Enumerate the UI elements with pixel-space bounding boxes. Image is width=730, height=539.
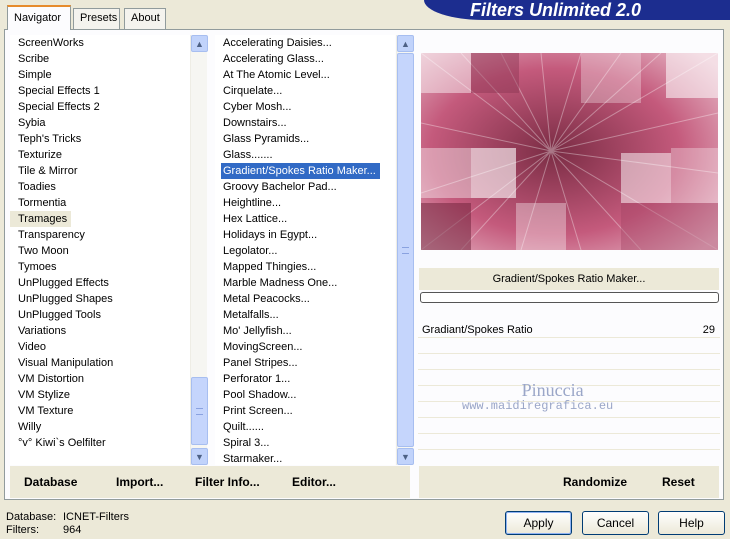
category-scrollbar[interactable]: ▲ ▼ xyxy=(190,35,208,465)
list-item[interactable]: Tormentia xyxy=(10,195,190,211)
list-item[interactable]: Print Screen... xyxy=(215,403,395,419)
apply-button[interactable]: Apply xyxy=(505,511,572,535)
list-item[interactable]: At The Atomic Level... xyxy=(215,67,395,83)
list-item[interactable]: Glass Pyramids... xyxy=(215,131,395,147)
watermark: Pinuccia www.maidiregrafica.eu xyxy=(462,380,613,413)
list-item[interactable]: MovingScreen... xyxy=(215,339,395,355)
list-item[interactable]: Scribe xyxy=(10,51,190,67)
list-item[interactable]: ScreenWorks xyxy=(10,35,190,51)
list-item[interactable]: Willy xyxy=(10,419,190,435)
list-item[interactable]: UnPlugged Effects xyxy=(10,275,190,291)
list-item[interactable]: Texturize xyxy=(10,147,190,163)
help-button[interactable]: Help xyxy=(658,511,725,535)
parameter-row xyxy=(418,338,720,354)
parameter-name: Gradiant/Spokes Ratio xyxy=(422,324,533,336)
list-item[interactable]: VM Texture xyxy=(10,403,190,419)
scroll-down-icon[interactable]: ▼ xyxy=(191,448,208,465)
effect-name-label: Gradient/Spokes Ratio Maker... xyxy=(419,268,719,290)
filters-count-label: Filters: xyxy=(6,524,39,536)
tab-navigator[interactable]: Navigator xyxy=(7,5,71,30)
list-item[interactable]: Special Effects 1 xyxy=(10,83,190,99)
list-item[interactable]: Glass....... xyxy=(215,147,395,163)
list-item[interactable]: Mapped Thingies... xyxy=(215,259,395,275)
scroll-thumb[interactable] xyxy=(397,53,414,447)
list-item[interactable]: Visual Manipulation xyxy=(10,355,190,371)
tab-presets[interactable]: Presets xyxy=(73,8,120,29)
list-item[interactable]: Teph's Tricks xyxy=(10,131,190,147)
list-item[interactable]: Cyber Mosh... xyxy=(215,99,395,115)
list-item[interactable]: Tile & Mirror xyxy=(10,163,190,179)
list-item[interactable]: Metalfalls... xyxy=(215,307,395,323)
reset-button[interactable]: Reset xyxy=(662,475,695,489)
list-item[interactable]: Panel Stripes... xyxy=(215,355,395,371)
tab-about[interactable]: About xyxy=(124,8,166,29)
randomize-button[interactable]: Randomize xyxy=(563,475,627,489)
list-item[interactable]: Special Effects 2 xyxy=(10,99,190,115)
editor-button[interactable]: Editor... xyxy=(292,475,336,489)
list-item[interactable]: Gradient/Spokes Ratio Maker... xyxy=(221,163,380,179)
app-title-banner: Filters Unlimited 2.0 xyxy=(424,0,730,20)
list-item[interactable]: VM Distortion xyxy=(10,371,190,387)
list-item[interactable]: Accelerating Daisies... xyxy=(215,35,395,51)
list-item[interactable]: Mo' Jellyfish... xyxy=(215,323,395,339)
database-info-label: Database: xyxy=(6,511,57,523)
scroll-down-icon[interactable]: ▼ xyxy=(397,448,414,465)
list-item[interactable]: Sybia xyxy=(10,115,190,131)
list-item[interactable]: Cirquelate... xyxy=(215,83,395,99)
watermark-name: Pinuccia xyxy=(521,380,584,400)
effect-preview-image xyxy=(421,53,718,250)
filter-info-button[interactable]: Filter Info... xyxy=(195,475,260,489)
watermark-url: www.maidiregrafica.eu xyxy=(462,399,614,413)
database-info-value: ICNET-Filters xyxy=(63,511,129,523)
list-item[interactable]: Downstairs... xyxy=(215,115,395,131)
cancel-button[interactable]: Cancel xyxy=(582,511,649,535)
list-item[interactable]: Variations xyxy=(10,323,190,339)
list-item[interactable]: Transparency xyxy=(10,227,190,243)
list-item[interactable]: Video xyxy=(10,339,190,355)
list-item[interactable]: Tramages xyxy=(10,211,72,227)
database-button[interactable]: Database xyxy=(24,475,77,489)
category-list[interactable]: ScreenWorks Scribe Simple Special Effects 1… xyxy=(10,35,190,465)
parameter-value: 29 xyxy=(702,324,715,336)
list-item[interactable]: Two Moon xyxy=(10,243,190,259)
list-item[interactable]: Starmaker... xyxy=(215,451,395,467)
filter-scrollbar[interactable]: ▲ ▼ xyxy=(396,35,414,465)
list-item[interactable]: Hex Lattice... xyxy=(215,211,395,227)
list-item[interactable]: Groovy Bachelor Pad... xyxy=(215,179,395,195)
filters-count-value: 964 xyxy=(63,524,82,536)
list-item[interactable]: Holidays in Egypt... xyxy=(215,227,395,243)
parameter-row[interactable]: Gradiant/Spokes Ratio 29 xyxy=(418,322,720,338)
list-item[interactable]: Toadies xyxy=(10,179,190,195)
list-item[interactable]: Spiral 3... xyxy=(215,435,395,451)
list-item[interactable]: Simple xyxy=(10,67,190,83)
list-item[interactable]: °v° Kiwi`s Oelfilter xyxy=(10,435,190,451)
parameter-row xyxy=(418,434,720,450)
progress-bar xyxy=(420,292,719,303)
import-button[interactable]: Import... xyxy=(116,475,163,489)
parameter-row xyxy=(418,354,720,370)
scroll-thumb[interactable] xyxy=(191,377,208,445)
list-item[interactable]: Legolator... xyxy=(215,243,395,259)
scroll-up-icon[interactable]: ▲ xyxy=(397,35,414,52)
list-item[interactable]: Metal Peacocks... xyxy=(215,291,395,307)
list-item[interactable]: Tymoes xyxy=(10,259,190,275)
list-item[interactable]: Accelerating Glass... xyxy=(215,51,395,67)
list-item[interactable]: Perforator 1... xyxy=(215,371,395,387)
list-item[interactable]: UnPlugged Shapes xyxy=(10,291,190,307)
list-item[interactable]: Pool Shadow... xyxy=(215,387,395,403)
filter-list[interactable]: Accelerating Daisies... Accelerating Glas… xyxy=(215,35,395,465)
list-item[interactable]: Marble Madness One... xyxy=(215,275,395,291)
list-item[interactable]: VM Stylize xyxy=(10,387,190,403)
parameter-row xyxy=(418,418,720,434)
list-item[interactable]: UnPlugged Tools xyxy=(10,307,190,323)
list-item[interactable]: Quilt...... xyxy=(215,419,395,435)
scroll-up-icon[interactable]: ▲ xyxy=(191,35,208,52)
list-item[interactable]: Heightline... xyxy=(215,195,395,211)
